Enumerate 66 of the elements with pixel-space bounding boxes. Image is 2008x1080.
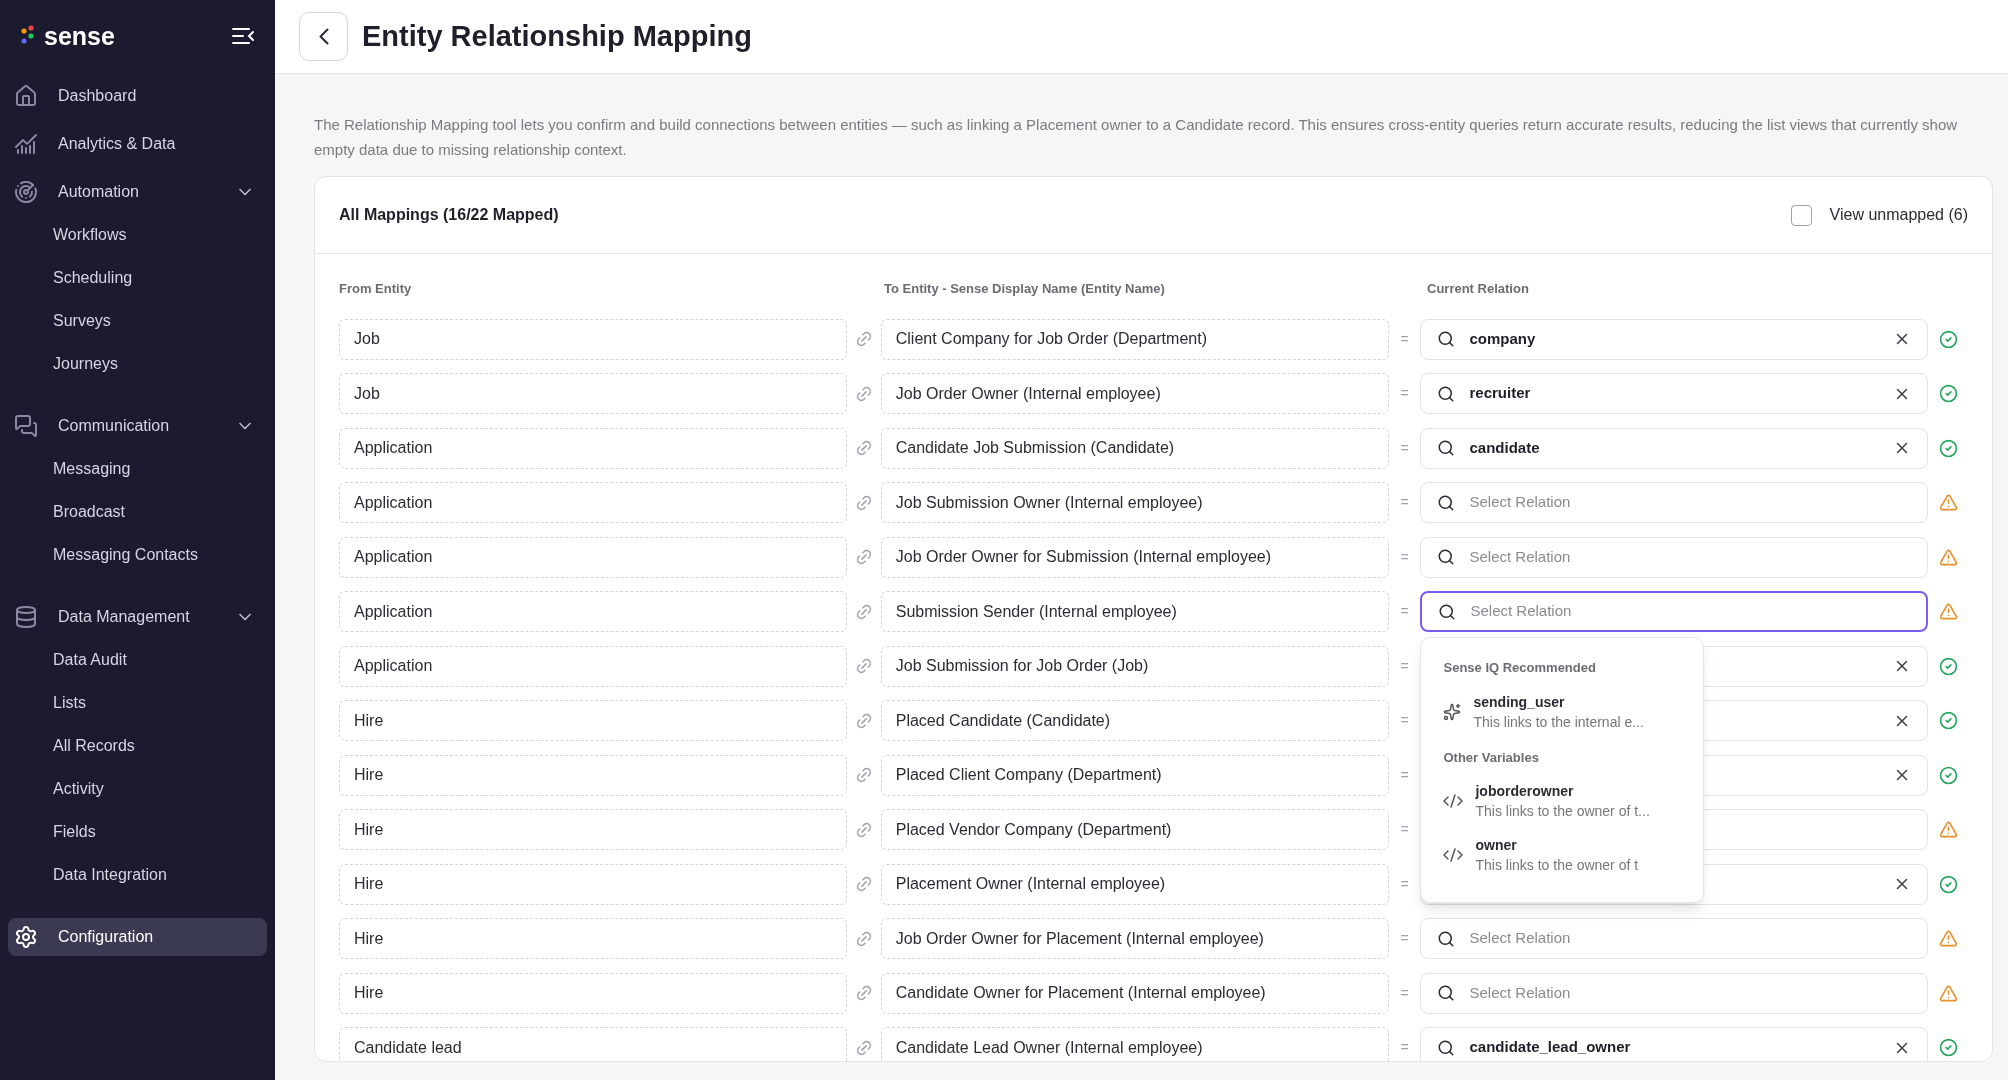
equals-sign: = (1400, 929, 1409, 948)
from-entity-field: Job (339, 373, 847, 414)
from-entity-field: Job (339, 318, 847, 360)
equals-sign: = (1400, 656, 1409, 676)
relation-value: candidate_lead_owner (1469, 1037, 1632, 1058)
from-entity-field: Application (339, 427, 847, 469)
option-name: owner (1475, 836, 1518, 855)
equals-sign: = (1400, 1038, 1409, 1057)
to-entity-field: Submission Sender (Internal employee) (880, 591, 1389, 632)
from-entity-field: Application (339, 591, 847, 632)
to-entity-field: Job Submission for Job Order (Job) (880, 645, 1389, 687)
relation-value: candidate (1469, 437, 1541, 458)
dropdown-section-heading: Other Variables (1443, 748, 1540, 767)
to-entity-field: Job Order Owner for Placement (Internal employee) (880, 918, 1389, 959)
option-description: This links to the owner of t (1475, 856, 1639, 875)
equals-sign: = (1400, 547, 1409, 567)
equals-sign: = (1400, 493, 1409, 512)
relation-value: company (1469, 328, 1537, 349)
from-entity-field: Application (339, 482, 847, 523)
placeholder-text: Select Relation (1470, 601, 1573, 622)
logo-text: sense (44, 23, 115, 49)
equals-sign: = (1400, 438, 1409, 458)
from-entity-field: Application (339, 536, 847, 578)
description-text: The Relationship Mapping tool lets you confirm and build connections between entities — such as linking a Placement owner to a Candidate record. This ensures cross-entity queries return accurate results, reducing the list views that currently show empty data due to missing relationship context. (314, 115, 1959, 160)
placeholder-text: Select Relation (1469, 492, 1572, 513)
equals-sign: = (1400, 329, 1409, 349)
from-entity-field: Hire (339, 863, 847, 905)
option-description: This links to the owner of t... (1475, 802, 1650, 821)
from-entity-field: Application (339, 645, 847, 687)
column-header: From Entity (339, 280, 413, 298)
equals-sign: = (1400, 874, 1409, 894)
equals-sign: = (1400, 765, 1409, 785)
to-entity-field: Candidate Lead Owner (Internal employee) (880, 1027, 1389, 1061)
option-name: joborderowner (1475, 782, 1575, 801)
to-entity-field: Job Order Owner (Internal employee) (880, 373, 1389, 414)
placeholder-text: Select Relation (1469, 546, 1572, 567)
equals-sign: = (1400, 983, 1409, 1003)
option-description: This links to the internal e... (1473, 712, 1644, 732)
to-entity-field: Job Order Owner for Submission (Internal employee) (880, 536, 1389, 578)
to-entity-field: Placement Owner (Internal employee) (880, 863, 1389, 905)
equals-sign: = (1400, 384, 1409, 403)
equals-sign: = (1400, 711, 1409, 730)
from-entity-field: Hire (339, 809, 847, 850)
equals-sign: = (1400, 602, 1409, 621)
column-header: Current Relation (1427, 280, 1529, 298)
from-entity-field: Hire (339, 972, 847, 1014)
equals-sign: = (1400, 820, 1409, 839)
dropdown-section-heading: Sense IQ Recommended (1443, 659, 1597, 677)
page-title: Entity Relationship Mapping (362, 18, 752, 54)
to-entity-field: Placed Client Company (Department) (880, 754, 1389, 796)
to-entity-field: Placed Candidate (Candidate) (880, 700, 1389, 741)
option-name: sending_user (1473, 692, 1566, 712)
placeholder-text: Select Relation (1469, 928, 1572, 949)
to-entity-field: Candidate Owner for Placement (Internal employee) (880, 972, 1389, 1014)
to-entity-field: Job Submission Owner (Internal employee) (880, 482, 1389, 523)
from-entity-field: Candidate lead (339, 1027, 847, 1061)
column-header: To Entity - Sense Display Name (Entity Name) (884, 280, 1166, 298)
to-entity-field: Client Company for Job Order (Department) (880, 318, 1389, 360)
from-entity-field: Hire (339, 754, 847, 796)
card-title: All Mappings (16/22 Mapped) (339, 205, 559, 225)
to-entity-field: Candidate Job Submission (Candidate) (880, 427, 1389, 469)
to-entity-field: Placed Vendor Company (Department) (880, 809, 1389, 850)
relation-value: recruiter (1469, 383, 1532, 404)
placeholder-text: Select Relation (1469, 982, 1572, 1003)
from-entity-field: Hire (339, 918, 847, 959)
from-entity-field: Hire (339, 700, 847, 741)
